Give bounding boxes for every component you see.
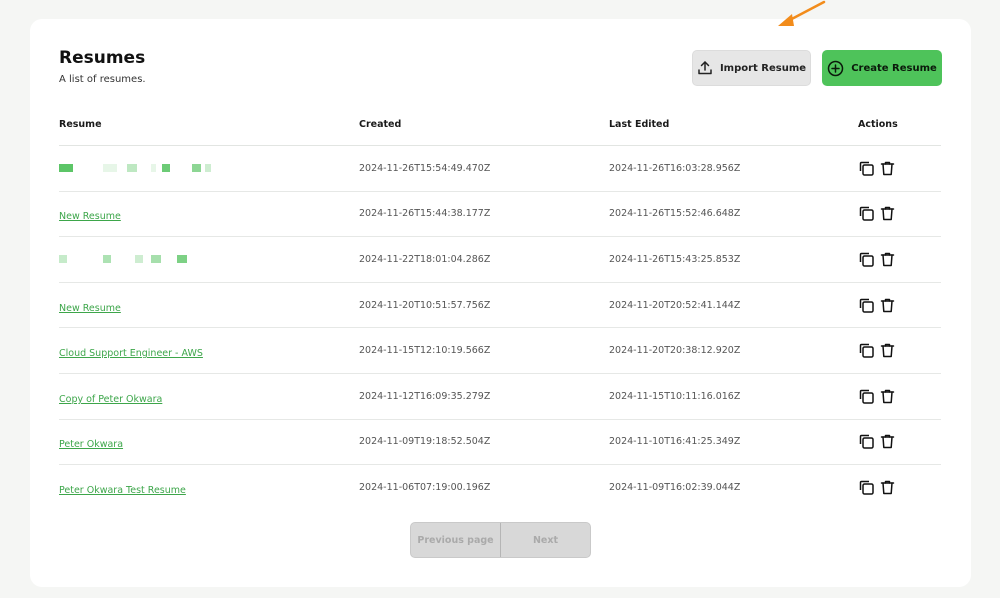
column-header-created: Created: [359, 119, 402, 130]
created-date: 2024-11-09T19:18:52.504Z: [359, 436, 491, 448]
created-date: 2024-11-26T15:54:49.470Z: [359, 162, 491, 174]
resume-name-link[interactable]: New Resume: [59, 211, 121, 222]
table-row: New Resume 2024-11-20T10:51:57.756Z 2024-1…: [59, 283, 941, 329]
last-edited-date: 2024-11-15T10:11:16.016Z: [609, 390, 741, 402]
resume-name-cell: Peter Okwara Test Resume: [59, 478, 359, 497]
column-header-last-edited: Last Edited: [609, 119, 670, 130]
resume-name-redacted: [59, 163, 359, 173]
trash-icon[interactable]: [879, 160, 896, 177]
row-actions: [858, 160, 941, 177]
resume-name-link[interactable]: Copy of Peter Okwara: [59, 394, 162, 405]
row-actions: [858, 479, 941, 496]
trash-icon[interactable]: [879, 433, 896, 450]
next-page-button[interactable]: Next: [501, 523, 590, 557]
resumes-table: Resume Created Last Edited Actions 2024-…: [59, 119, 941, 511]
row-actions: [858, 342, 941, 359]
pagination: Previous page Next: [410, 522, 591, 558]
table-body: 2024-11-26T15:54:49.470Z 2024-11-26T16:03…: [59, 146, 941, 511]
table-row: Peter Okwara 2024-11-09T19:18:52.504Z 2024…: [59, 420, 941, 466]
resume-name-link[interactable]: Peter Okwara: [59, 439, 123, 450]
table-row: New Resume 2024-11-26T15:44:38.177Z 2024-1…: [59, 192, 941, 238]
trash-icon[interactable]: [879, 342, 896, 359]
row-actions: [858, 251, 941, 268]
table-row: 2024-11-26T15:54:49.470Z 2024-11-26T16:03…: [59, 146, 941, 192]
copy-icon[interactable]: [858, 251, 875, 268]
plus-circle-icon: [827, 60, 844, 77]
copy-icon[interactable]: [858, 342, 875, 359]
row-actions: [858, 205, 941, 222]
upload-icon: [697, 60, 713, 76]
copy-icon[interactable]: [858, 297, 875, 314]
table-header: Resume Created Last Edited Actions: [59, 119, 941, 146]
resume-name-cell: New Resume: [59, 296, 359, 315]
resume-name-link[interactable]: New Resume: [59, 303, 121, 314]
copy-icon[interactable]: [858, 433, 875, 450]
last-edited-date: 2024-11-26T15:52:46.648Z: [609, 208, 741, 220]
created-date: 2024-11-22T18:01:04.286Z: [359, 253, 491, 265]
resume-name-link[interactable]: Peter Okwara Test Resume: [59, 485, 186, 496]
trash-icon[interactable]: [879, 205, 896, 222]
create-resume-button[interactable]: Create Resume: [822, 50, 942, 86]
resume-name-cell: Copy of Peter Okwara: [59, 387, 359, 406]
import-resume-label: Import Resume: [719, 62, 807, 74]
trash-icon[interactable]: [879, 388, 896, 405]
trash-icon[interactable]: [879, 297, 896, 314]
last-edited-date: 2024-11-26T16:03:28.956Z: [609, 162, 741, 174]
last-edited-date: 2024-11-26T15:43:25.853Z: [609, 253, 741, 265]
table-row: Copy of Peter Okwara 2024-11-12T16:09:35.…: [59, 374, 941, 420]
resume-name-cell: Peter Okwara: [59, 432, 359, 451]
copy-icon[interactable]: [858, 479, 875, 496]
row-actions: [858, 433, 941, 450]
column-header-resume: Resume: [59, 119, 102, 130]
column-header-actions: Actions: [858, 119, 898, 130]
arrow-annotation-icon: [778, 0, 826, 26]
created-date: 2024-11-20T10:51:57.756Z: [359, 299, 491, 311]
copy-icon[interactable]: [858, 205, 875, 222]
copy-icon[interactable]: [858, 388, 875, 405]
created-date: 2024-11-12T16:09:35.279Z: [359, 390, 491, 402]
last-edited-date: 2024-11-20T20:38:12.920Z: [609, 345, 741, 357]
table-row: Cloud Support Engineer - AWS 2024-11-15T1…: [59, 328, 941, 374]
row-actions: [858, 388, 941, 405]
table-row: 2024-11-22T18:01:04.286Z 2024-11-26T15:43…: [59, 237, 941, 283]
created-date: 2024-11-06T07:19:00.196Z: [359, 482, 491, 494]
trash-icon[interactable]: [879, 251, 896, 268]
previous-page-button[interactable]: Previous page: [411, 523, 501, 557]
table-row: Peter Okwara Test Resume 2024-11-06T07:19…: [59, 465, 941, 511]
row-actions: [858, 297, 941, 314]
last-edited-date: 2024-11-20T20:52:41.144Z: [609, 299, 741, 311]
page-title: Resumes: [59, 48, 146, 68]
resume-name-cell: New Resume: [59, 204, 359, 223]
created-date: 2024-11-26T15:44:38.177Z: [359, 208, 491, 220]
copy-icon[interactable]: [858, 160, 875, 177]
resume-name-cell: Cloud Support Engineer - AWS: [59, 341, 359, 360]
resume-name-redacted: [59, 254, 359, 264]
trash-icon[interactable]: [879, 479, 896, 496]
last-edited-date: 2024-11-10T16:41:25.349Z: [609, 436, 741, 448]
created-date: 2024-11-15T12:10:19.566Z: [359, 345, 491, 357]
resumes-card: Resumes A list of resumes. Import Resume…: [30, 19, 971, 587]
create-resume-label: Create Resume: [851, 62, 937, 74]
last-edited-date: 2024-11-09T16:02:39.044Z: [609, 482, 741, 494]
resume-name-link[interactable]: Cloud Support Engineer - AWS: [59, 348, 203, 359]
page-subtitle: A list of resumes.: [59, 74, 146, 85]
import-resume-button[interactable]: Import Resume: [692, 50, 811, 86]
